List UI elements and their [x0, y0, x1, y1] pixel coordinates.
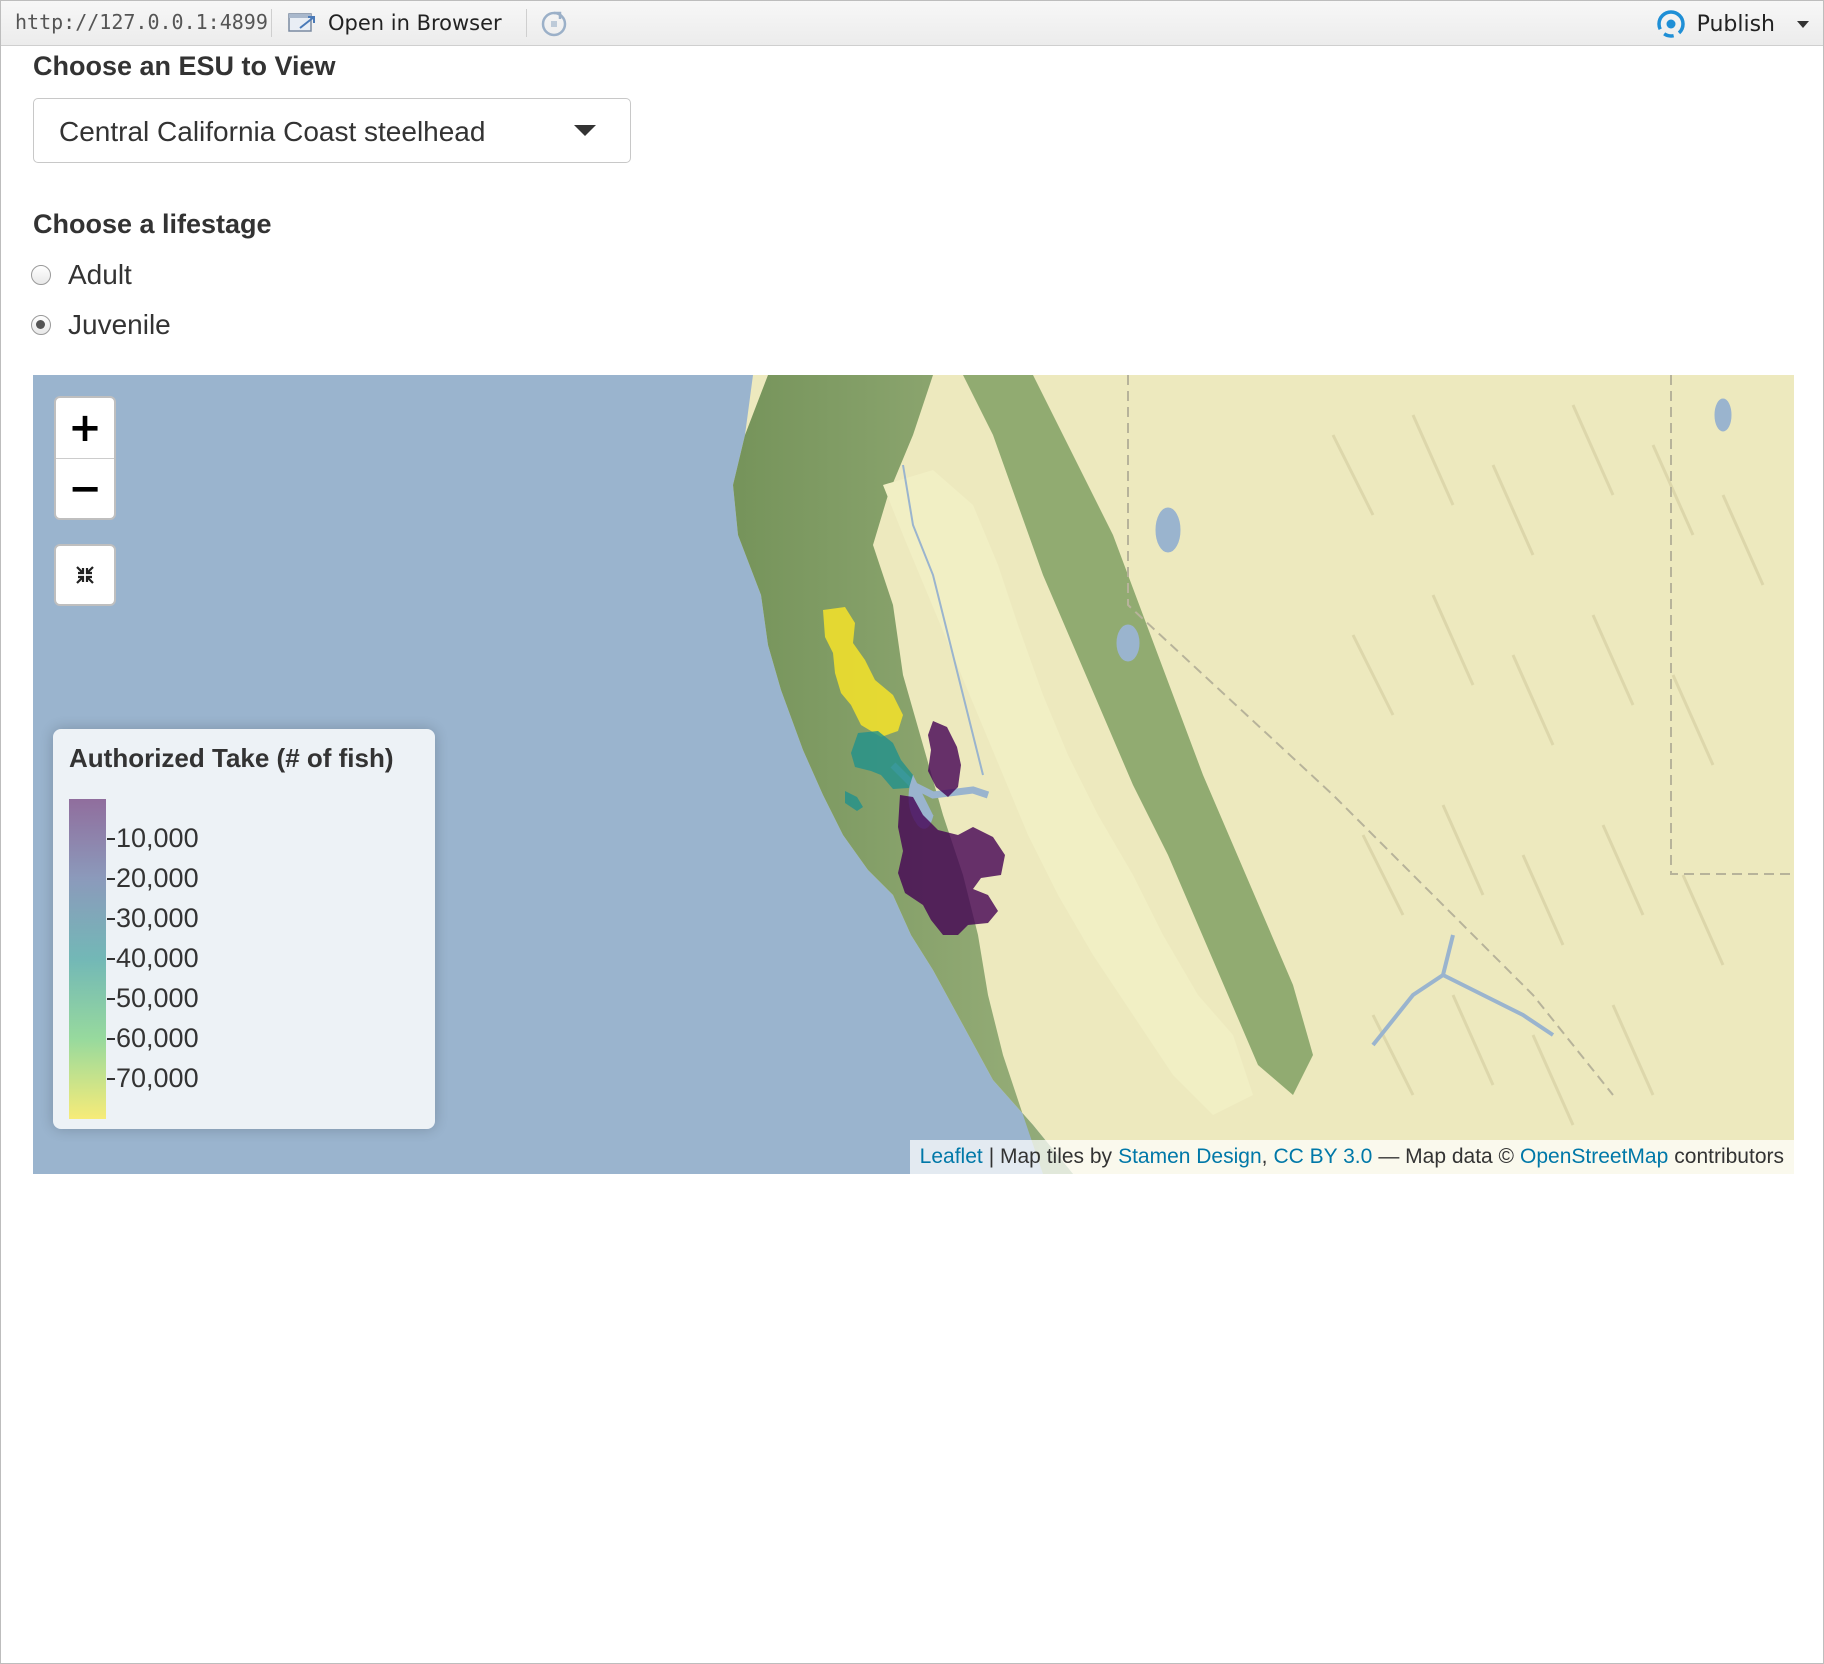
legend-tick [107, 1078, 115, 1080]
open-in-browser-button[interactable]: Open in Browser [288, 8, 502, 38]
radio-label: Adult [68, 259, 132, 290]
stamen-link[interactable]: Stamen Design [1118, 1145, 1262, 1169]
attribution-text: , [1261, 1145, 1268, 1168]
legend-tick-label: 10,000 [116, 823, 199, 853]
attribution-text: — Map data © [1378, 1145, 1515, 1168]
publish-label: Publish [1696, 11, 1775, 37]
zoom-out-button[interactable]: − [56, 459, 114, 518]
radio-adult[interactable]: Adult [31, 259, 132, 291]
legend-color-bar [69, 799, 106, 1119]
leaflet-map[interactable]: + − Authorized Take (# of fish) 10,000 2… [33, 375, 1794, 1174]
lifestage-label: Choose a lifestage [33, 209, 272, 239]
attribution-text: | Map tiles by [988, 1145, 1113, 1168]
esu-selected-value: Central California Coast steelhead [59, 116, 486, 147]
leaflet-link[interactable]: Leaflet [920, 1145, 983, 1169]
chevron-down-icon[interactable] [1797, 20, 1809, 28]
open-in-browser-label: Open in Browser [328, 11, 502, 35]
legend-tick-label: 70,000 [116, 1063, 199, 1093]
reset-view-button[interactable] [54, 544, 116, 606]
viewer-toolbar: http://127.0.0.1:4899 Open in Browser Pu… [1, 1, 1823, 46]
legend-tick [107, 1038, 115, 1040]
legend-tick-label: 40,000 [116, 943, 199, 973]
url-display: http://127.0.0.1:4899 [15, 10, 268, 34]
toolbar-divider [271, 9, 272, 37]
esu-select[interactable]: Central California Coast steelhead [33, 98, 631, 163]
esu-label: Choose an ESU to View [33, 51, 336, 81]
legend-tick [107, 958, 115, 960]
legend-tick-label: 30,000 [116, 903, 199, 933]
toolbar-divider [526, 9, 527, 37]
legend-tick [107, 998, 115, 1000]
collapse-arrows-icon [76, 566, 94, 584]
legend-tick [107, 878, 115, 880]
radio-button[interactable] [31, 265, 51, 285]
publish-icon [1656, 10, 1685, 38]
legend-tick-label: 20,000 [116, 863, 199, 893]
legend-tick [107, 838, 115, 840]
legend-tick-label: 50,000 [116, 983, 199, 1013]
map-legend: Authorized Take (# of fish) 10,000 20,00… [53, 729, 435, 1129]
refresh-icon[interactable] [539, 9, 569, 39]
radio-label: Juvenile [68, 309, 171, 340]
zoom-in-button[interactable]: + [56, 398, 114, 459]
chevron-down-icon [574, 125, 596, 136]
publish-button[interactable]: Publish [1655, 8, 1809, 40]
attribution-text: contributors [1674, 1145, 1784, 1168]
legend-title: Authorized Take (# of fish) [69, 743, 394, 773]
radio-juvenile[interactable]: Juvenile [31, 309, 171, 341]
osm-link[interactable]: OpenStreetMap [1520, 1145, 1668, 1169]
open-in-browser-icon [288, 13, 315, 32]
radio-button[interactable] [31, 315, 51, 335]
map-attribution: Leaflet | Map tiles by Stamen Design, CC… [909, 1140, 1794, 1174]
legend-tick [107, 918, 115, 920]
legend-tick-label: 60,000 [116, 1023, 199, 1053]
zoom-control: + − [54, 396, 116, 520]
license-link[interactable]: CC BY 3.0 [1273, 1145, 1372, 1169]
